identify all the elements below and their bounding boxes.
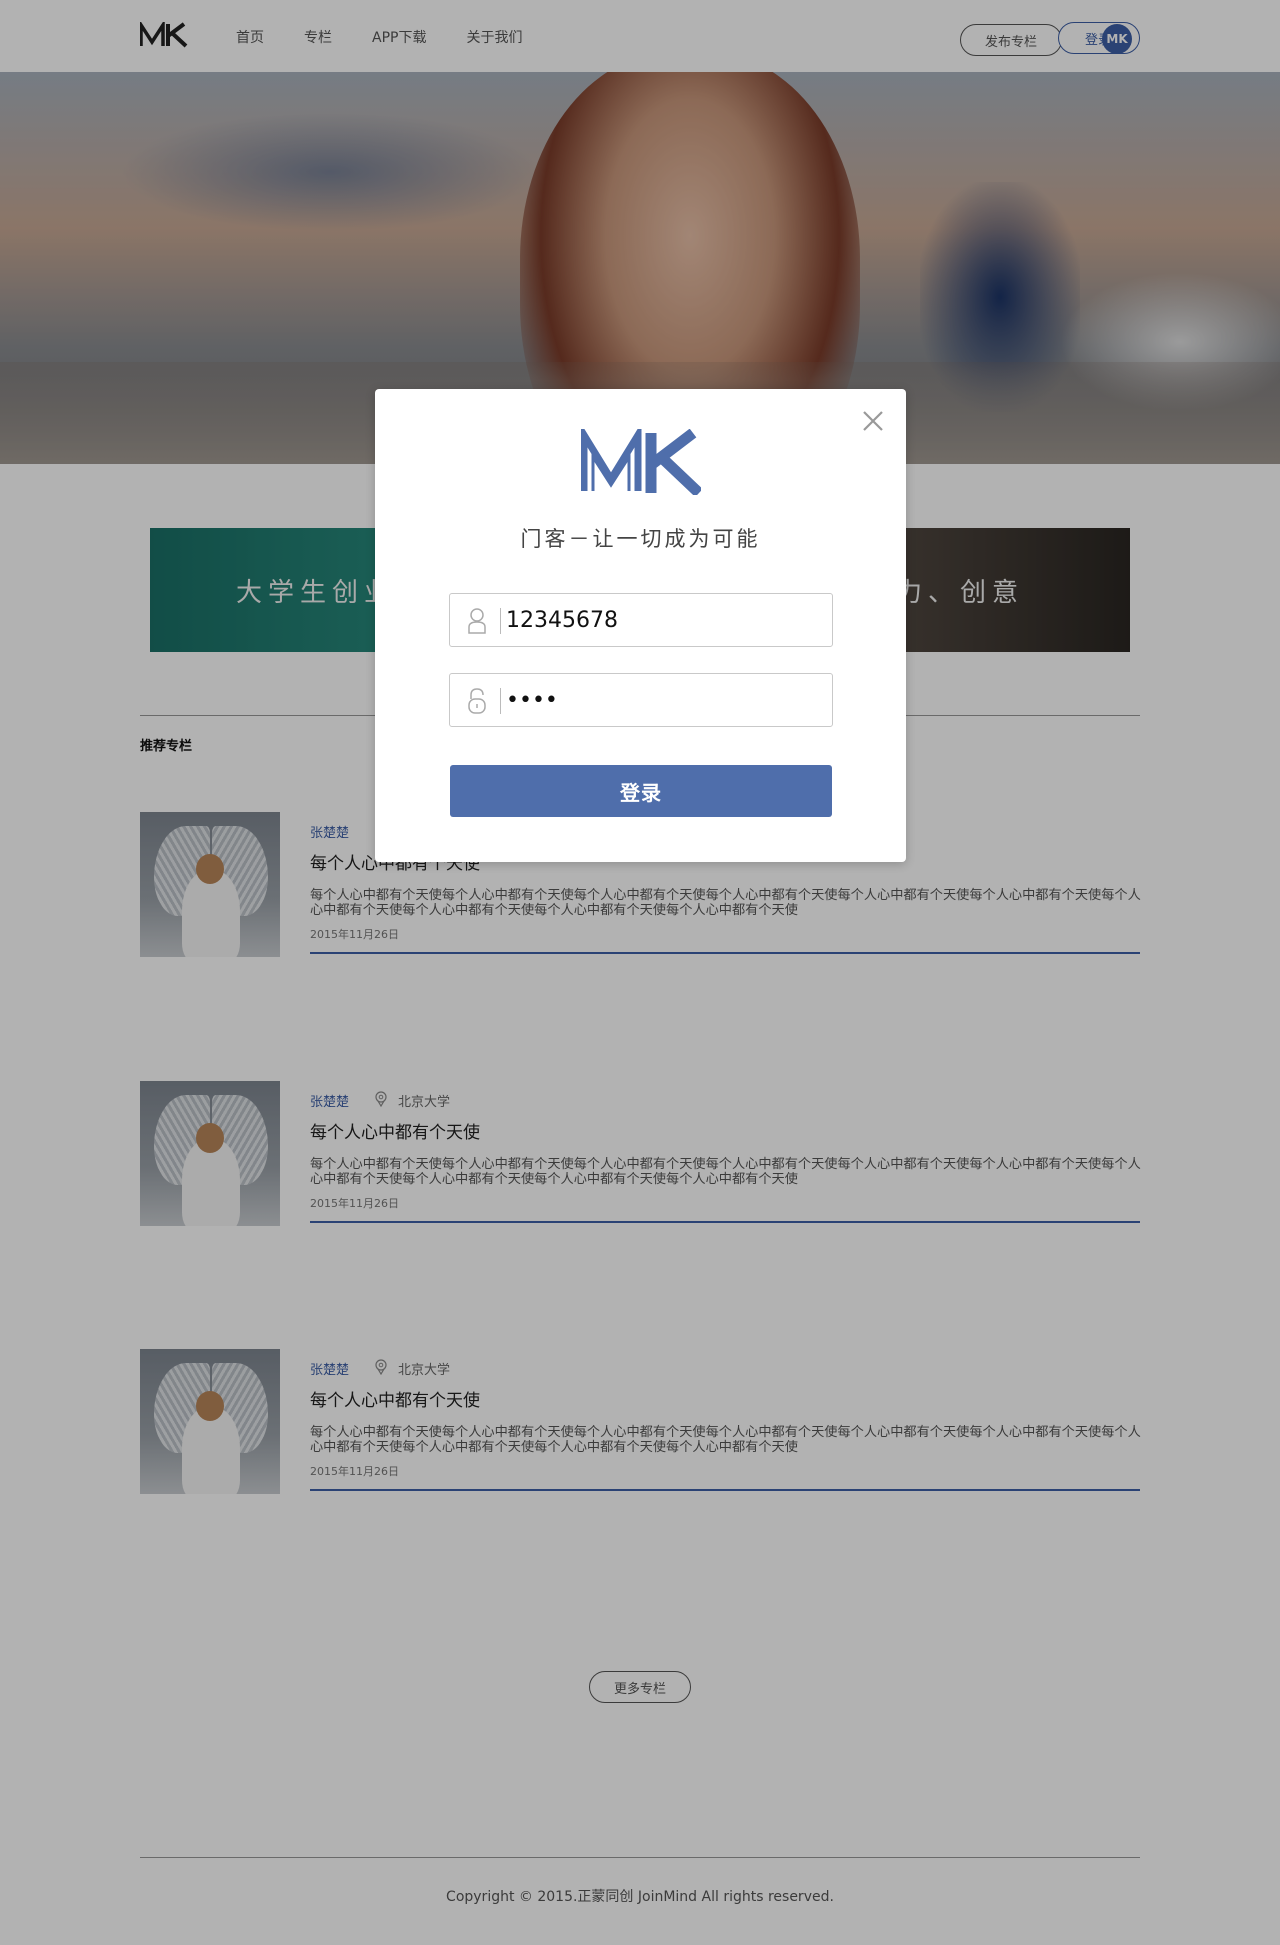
login-modal: 门客－让一切成为可能 登录 (375, 389, 906, 862)
mk-logo (581, 429, 701, 495)
user-icon (468, 608, 486, 634)
username-input[interactable] (506, 602, 816, 638)
modal-overlay[interactable] (0, 0, 1280, 1945)
field-separator (500, 608, 501, 634)
modal-tagline: 门客－让一切成为可能 (520, 527, 761, 551)
login-submit-button[interactable]: 登录 (450, 765, 832, 817)
username-field[interactable] (449, 593, 833, 647)
close-icon[interactable] (861, 409, 885, 433)
field-separator (500, 688, 501, 714)
lock-icon (468, 688, 486, 714)
password-input[interactable] (506, 682, 816, 718)
password-field[interactable] (449, 673, 833, 727)
